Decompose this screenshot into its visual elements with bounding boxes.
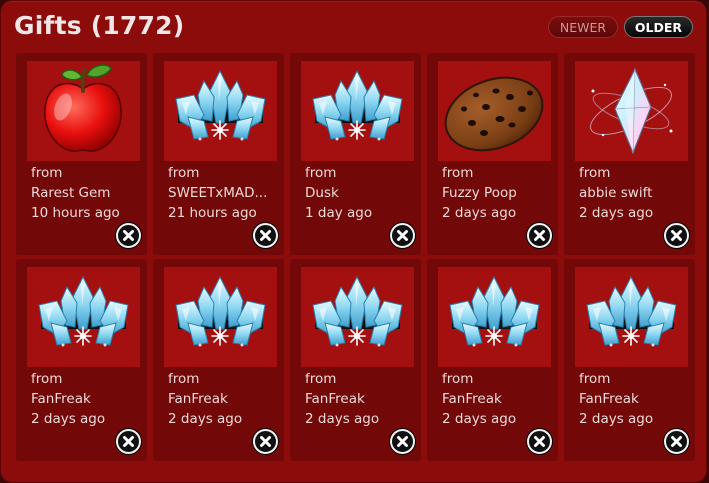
older-button[interactable]: OLDER — [624, 16, 693, 38]
ice-crown-icon — [449, 275, 540, 347]
page-title: Gifts (1772) — [14, 11, 185, 40]
gift-card: from FanFreak 2 days ago — [427, 259, 558, 461]
gift-thumbnail[interactable] — [438, 61, 551, 161]
gift-thumbnail[interactable] — [301, 61, 414, 161]
sender-link[interactable]: Rarest Gem — [31, 185, 143, 201]
gift-time: 2 days ago — [579, 205, 654, 221]
gift-thumbnail[interactable] — [301, 267, 414, 367]
from-label: from — [305, 371, 337, 387]
gift-thumbnail[interactable] — [164, 61, 277, 161]
gift-time: 2 days ago — [31, 411, 106, 427]
delete-button[interactable] — [664, 223, 689, 248]
delete-button[interactable] — [253, 429, 278, 454]
ice-crown-icon — [175, 275, 266, 347]
crystal-icon — [590, 67, 673, 155]
close-icon — [397, 436, 408, 447]
apple-icon — [44, 64, 122, 152]
sender-link[interactable]: FanFreak — [168, 391, 280, 407]
sender-link[interactable]: abbie swift — [579, 185, 691, 201]
delete-button[interactable] — [527, 223, 552, 248]
close-icon — [123, 436, 134, 447]
gift-time: 2 days ago — [305, 411, 380, 427]
sender-link[interactable]: Fuzzy Poop — [442, 185, 554, 201]
gift-card: from FanFreak 2 days ago — [564, 259, 695, 461]
gift-thumbnail[interactable] — [438, 267, 551, 367]
ice-crown-icon — [312, 275, 403, 347]
delete-button[interactable] — [253, 223, 278, 248]
delete-button[interactable] — [116, 429, 141, 454]
delete-button[interactable] — [116, 223, 141, 248]
close-icon — [671, 230, 682, 241]
gift-card: from FanFreak 2 days ago — [16, 259, 147, 461]
gift-time: 2 days ago — [579, 411, 654, 427]
sender-link[interactable]: FanFreak — [442, 391, 554, 407]
close-icon — [260, 230, 271, 241]
gift-time: 2 days ago — [168, 411, 243, 427]
gift-thumbnail[interactable] — [575, 267, 688, 367]
close-icon — [123, 230, 134, 241]
close-icon — [534, 436, 545, 447]
gift-grid: from Rarest Gem 10 hours ago from SWEETx… — [16, 53, 699, 471]
gift-card: from abbie swift 2 days ago — [564, 53, 695, 255]
newer-button[interactable]: NEWER — [548, 16, 618, 38]
gift-thumbnail[interactable] — [575, 61, 688, 161]
close-icon — [671, 436, 682, 447]
from-label: from — [31, 371, 63, 387]
gift-card: from SWEETxMAD... 21 hours ago — [153, 53, 284, 255]
from-label: from — [305, 165, 337, 181]
sender-link[interactable]: FanFreak — [579, 391, 691, 407]
gift-thumbnail[interactable] — [27, 267, 140, 367]
close-icon — [260, 436, 271, 447]
gift-time: 2 days ago — [442, 411, 517, 427]
from-label: from — [442, 371, 474, 387]
delete-button[interactable] — [664, 429, 689, 454]
from-label: from — [579, 371, 611, 387]
close-icon — [534, 230, 545, 241]
from-label: from — [442, 165, 474, 181]
sender-link[interactable]: FanFreak — [31, 391, 143, 407]
close-icon — [397, 230, 408, 241]
sender-link[interactable]: SWEETxMAD... — [168, 185, 280, 201]
gift-card: from FanFreak 2 days ago — [153, 259, 284, 461]
gift-thumbnail[interactable] — [27, 61, 140, 161]
ice-crown-icon — [38, 275, 129, 347]
from-label: from — [168, 371, 200, 387]
from-label: from — [31, 165, 63, 181]
sender-link[interactable]: Dusk — [305, 185, 417, 201]
ice-crown-icon — [175, 69, 266, 141]
cookie-icon — [444, 76, 544, 152]
gift-card: from Fuzzy Poop 2 days ago — [427, 53, 558, 255]
sender-link[interactable]: FanFreak — [305, 391, 417, 407]
gift-thumbnail[interactable] — [164, 267, 277, 367]
ice-crown-icon — [586, 275, 677, 347]
delete-button[interactable] — [390, 223, 415, 248]
delete-button[interactable] — [390, 429, 415, 454]
gift-time: 21 hours ago — [168, 205, 257, 221]
from-label: from — [168, 165, 200, 181]
gift-time: 1 day ago — [305, 205, 373, 221]
from-label: from — [579, 165, 611, 181]
ice-crown-icon — [312, 69, 403, 141]
gifts-panel: Gifts (1772) NEWER OLDER from Rarest Gem… — [0, 0, 707, 483]
gift-time: 10 hours ago — [31, 205, 120, 221]
gift-time: 2 days ago — [442, 205, 517, 221]
gift-card: from Rarest Gem 10 hours ago — [16, 53, 147, 255]
gift-card: from FanFreak 2 days ago — [290, 259, 421, 461]
delete-button[interactable] — [527, 429, 552, 454]
gift-card: from Dusk 1 day ago — [290, 53, 421, 255]
